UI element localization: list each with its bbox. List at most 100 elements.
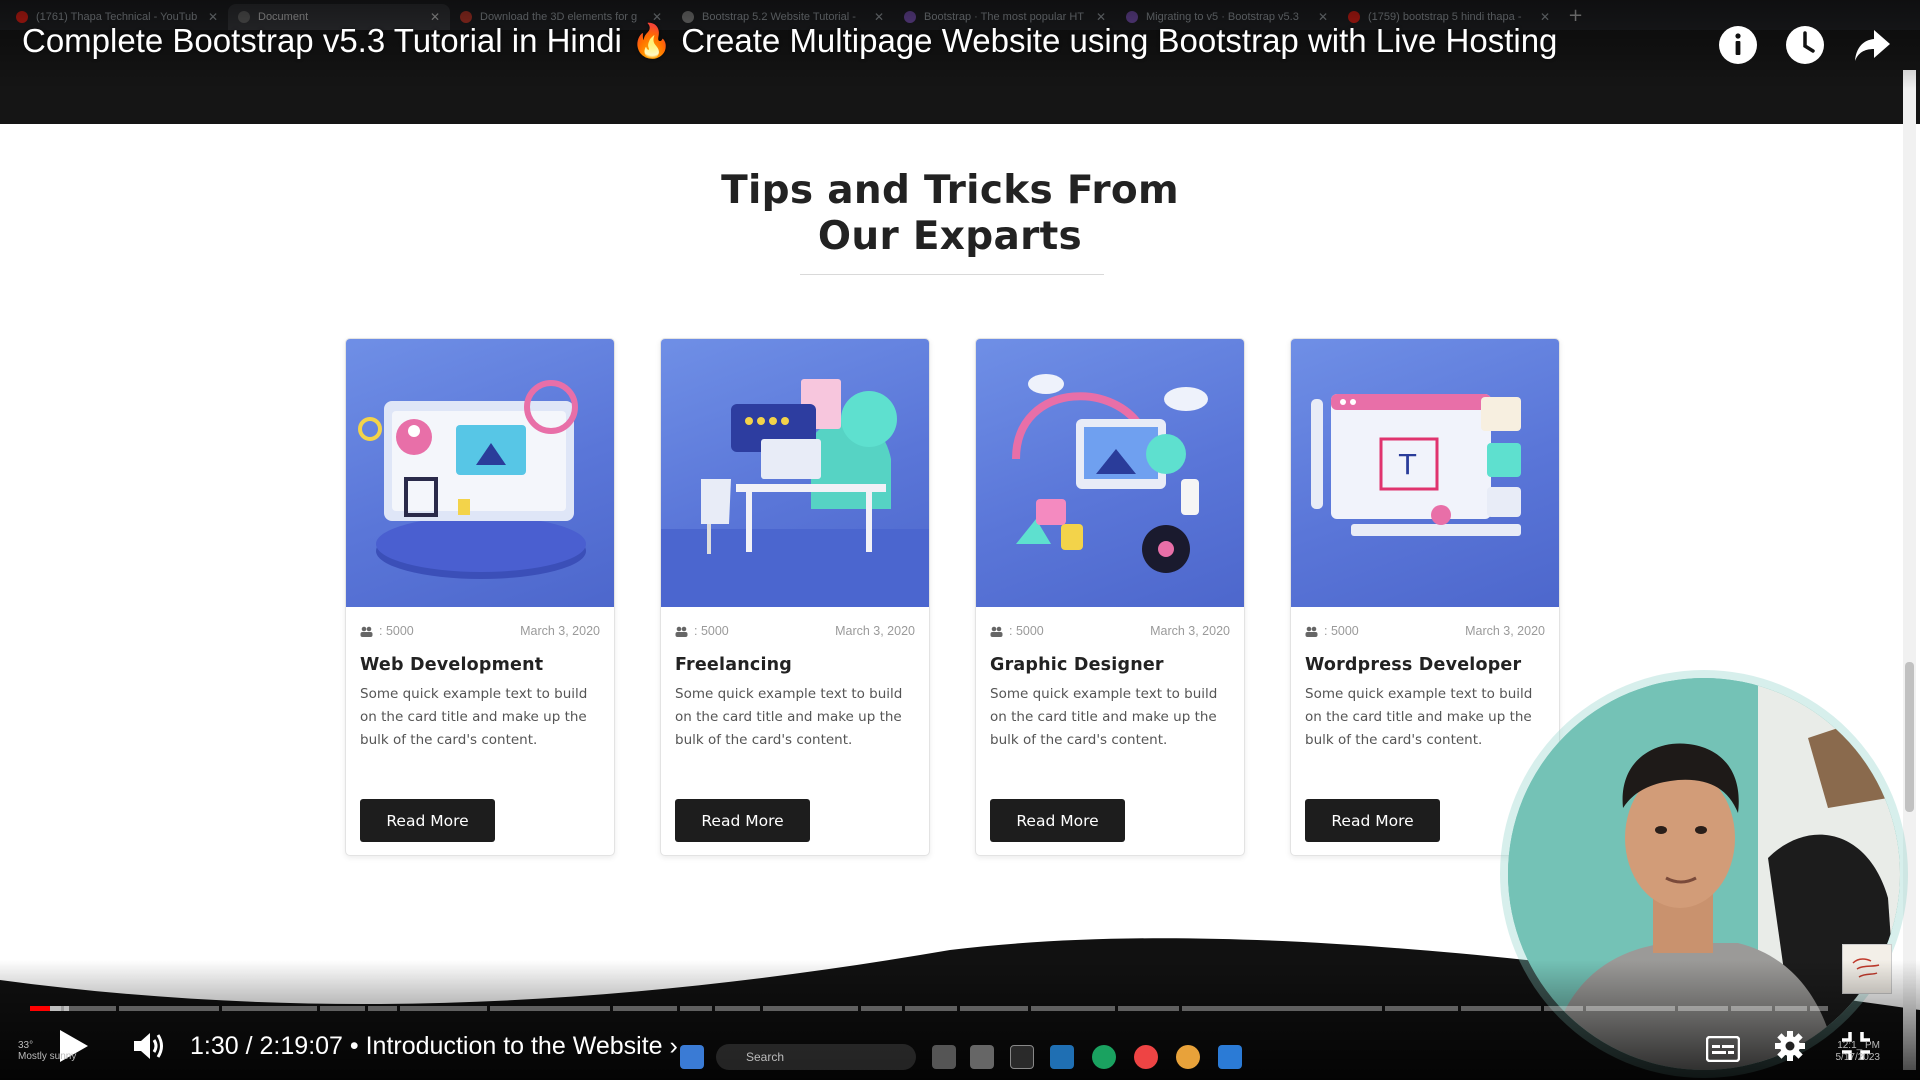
taskbar-clock: 12:1_ PM 5/17/2023: [1820, 1040, 1881, 1064]
page-scrollbar[interactable]: [1903, 70, 1916, 1070]
chapter-segment[interactable]: [905, 1006, 957, 1011]
card-illustration: [346, 339, 614, 607]
chapter-segment[interactable]: [64, 1006, 116, 1011]
read-more-button[interactable]: Read More: [675, 799, 810, 842]
chapter-segment[interactable]: [1461, 1006, 1541, 1011]
card-text: Some quick example text to build on the …: [1305, 686, 1533, 748]
task-view-icon[interactable]: [932, 1045, 956, 1069]
card-count: : 5000: [694, 624, 729, 638]
card-text: Some quick example text to build on the …: [360, 686, 588, 748]
subtitles-icon[interactable]: [1706, 1036, 1740, 1062]
card-text: Some quick example text to build on the …: [990, 686, 1218, 748]
card-title: Wordpress Developer: [1305, 655, 1522, 675]
chapter-label[interactable]: Introduction to the Website: [366, 1032, 663, 1060]
taskbar-app-icon[interactable]: [1010, 1045, 1034, 1069]
video-title[interactable]: Complete Bootstrap v5.3 Tutorial in Hind…: [22, 22, 1682, 61]
time-separator: /: [245, 1032, 260, 1060]
card-title: Web Development: [360, 655, 544, 675]
chapter-segment[interactable]: [490, 1006, 610, 1011]
chapter-segment[interactable]: [861, 1006, 902, 1011]
card-date: March 3, 2020: [1150, 624, 1230, 638]
chapter-segment[interactable]: [715, 1006, 760, 1011]
users-icon: [675, 626, 688, 637]
chrome-icon[interactable]: [1134, 1045, 1158, 1069]
card-date: March 3, 2020: [1465, 624, 1545, 638]
chapter-segment[interactable]: [1118, 1006, 1179, 1011]
chapter-segment[interactable]: [1678, 1006, 1728, 1011]
taskbar-weather: 33° Mostly sunny: [18, 1040, 76, 1062]
card-meta: : 5000 March 3, 2020: [990, 624, 1230, 638]
card-meta: : 5000 March 3, 2020: [1305, 624, 1545, 638]
title-underline: [800, 274, 1104, 275]
chrome-canary-icon[interactable]: [1176, 1045, 1200, 1069]
windows-start-icon[interactable]: [680, 1045, 704, 1069]
chapter-segment[interactable]: [1544, 1006, 1583, 1011]
card: : 5000 March 3, 2020 Graphic Designer Some …: [975, 338, 1245, 856]
taskbar-app-icon[interactable]: [1050, 1045, 1074, 1069]
chapter-segment[interactable]: [613, 1006, 677, 1011]
taskbar-app-icon[interactable]: [970, 1045, 994, 1069]
chapter-segment[interactable]: [1031, 1006, 1115, 1011]
card-count: : 5000: [1324, 624, 1359, 638]
card-meta: : 5000 March 3, 2020: [675, 624, 915, 638]
card-count: : 5000: [379, 624, 414, 638]
section-title-line1: Tips and Tricks From: [721, 168, 1179, 213]
read-more-button[interactable]: Read More: [990, 799, 1125, 842]
chapter-segment[interactable]: [1385, 1006, 1458, 1011]
chapter-dot: •: [349, 1032, 366, 1060]
chapter-segment[interactable]: [320, 1006, 365, 1011]
settings-gear-icon[interactable]: [1774, 1030, 1806, 1062]
watch-later-icon[interactable]: [1784, 24, 1826, 66]
chapter-segment[interactable]: [1182, 1006, 1382, 1011]
clock-date: 5/17/2023: [1835, 1052, 1881, 1063]
card: : 5000 March 3, 2020 Freelancing Some quick…: [660, 338, 930, 856]
users-icon: [360, 626, 373, 637]
duration: 2:19:07: [259, 1032, 343, 1060]
card-date: March 3, 2020: [520, 624, 600, 638]
chapter-segment[interactable]: [119, 1006, 219, 1011]
card-illustration: [976, 339, 1244, 607]
chapter-segment[interactable]: [960, 1006, 1028, 1011]
edge-browser-icon[interactable]: [1092, 1045, 1116, 1069]
users-icon: [990, 626, 1003, 637]
card-meta: : 5000 March 3, 2020: [360, 624, 600, 638]
read-more-button[interactable]: Read More: [1305, 799, 1440, 842]
taskbar-search-label: Search: [746, 1050, 785, 1064]
info-icon[interactable]: [1717, 24, 1759, 66]
card-illustration: [661, 339, 929, 607]
current-time: 1:30: [190, 1032, 239, 1060]
progress-played: [30, 1006, 50, 1011]
chapter-progress-track[interactable]: [30, 1006, 1892, 1011]
card-count: : 5000: [1009, 624, 1044, 638]
share-icon[interactable]: [1852, 24, 1894, 66]
progress-loaded: [50, 1006, 69, 1011]
chapter-segment[interactable]: [763, 1006, 858, 1011]
section-title: Tips and Tricks From Our Exparts: [700, 168, 1200, 260]
weather-temp: 33°: [18, 1040, 34, 1051]
chapter-segment[interactable]: [368, 1006, 397, 1011]
weather-text: Mostly sunny: [18, 1051, 77, 1062]
vscode-icon[interactable]: [1218, 1045, 1242, 1069]
section-title-line2: Our Exparts: [817, 214, 1083, 259]
chapter-segment[interactable]: [1586, 1006, 1675, 1011]
page-scrollbar-thumb[interactable]: [1905, 662, 1914, 812]
read-more-button[interactable]: Read More: [360, 799, 495, 842]
volume-icon[interactable]: [132, 1030, 166, 1062]
users-icon: [1305, 626, 1318, 637]
chapter-segment[interactable]: [680, 1006, 712, 1011]
chapter-segment[interactable]: [1810, 1006, 1828, 1011]
card-date: March 3, 2020: [835, 624, 915, 638]
time-display: 1:30 / 2:19:07 • Introduction to the Web…: [190, 1032, 678, 1061]
card-text: Some quick example text to build on the …: [675, 686, 903, 748]
chapter-segment[interactable]: [222, 1006, 317, 1011]
chapter-segment[interactable]: [1731, 1006, 1772, 1011]
taskbar-search[interactable]: Search: [716, 1044, 916, 1070]
bottom-gradient: [0, 960, 1920, 1080]
video-frame[interactable]: (1761) Thapa Technical - YouTub✕Document…: [0, 0, 1920, 1080]
card: T : 5000 March 3, 2020 Wordpress Developer S…: [1290, 338, 1560, 856]
chapter-segment[interactable]: [400, 1006, 487, 1011]
card-title: Graphic Designer: [990, 655, 1164, 675]
chapter-segment[interactable]: [1775, 1006, 1807, 1011]
card-illustration: T: [1291, 339, 1559, 607]
chevron-right-icon[interactable]: ›: [670, 1032, 678, 1060]
